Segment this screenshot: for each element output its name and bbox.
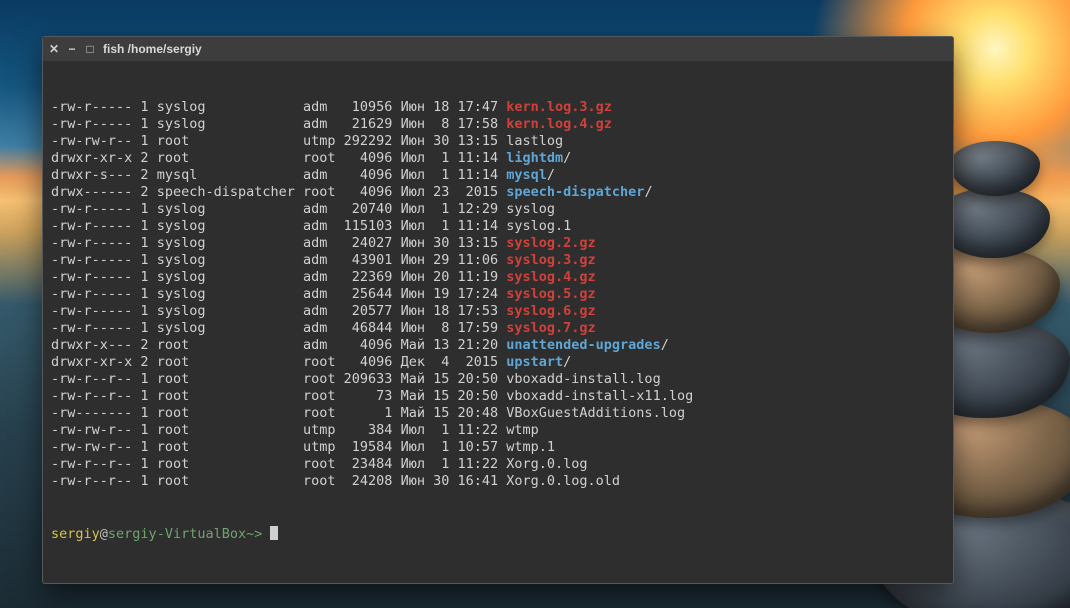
table-row: -rw-r--r-- 1 root root 24208 Июн 30 16:4… — [51, 473, 945, 490]
titlebar[interactable]: ✕ − □ fish /home/sergiy — [43, 37, 953, 61]
file-name: speech-dispatcher — [506, 184, 644, 200]
table-row: -rw-r----- 1 syslog adm 115103 Июл 1 11:… — [51, 218, 945, 235]
close-icon[interactable]: ✕ — [49, 44, 59, 54]
table-row: -rw-r----- 1 syslog adm 22369 Июн 20 11:… — [51, 269, 945, 286]
file-name: syslog.4.gz — [506, 269, 595, 285]
file-listing: -rw-r----- 1 syslog adm 10956 Июн 18 17:… — [51, 99, 945, 490]
file-name: Xorg.0.log.old — [506, 473, 620, 489]
table-row: -rw-rw-r-- 1 root utmp 19584 Июл 1 10:57… — [51, 439, 945, 456]
file-name: syslog — [506, 201, 555, 217]
prompt-arrow: ~> — [246, 526, 270, 542]
table-row: -rw-rw-r-- 1 root utmp 292292 Июн 30 13:… — [51, 133, 945, 150]
file-name: syslog.1 — [506, 218, 571, 234]
maximize-icon[interactable]: □ — [85, 44, 95, 54]
table-row: -rw------- 1 root root 1 Май 15 20:48 VB… — [51, 405, 945, 422]
shell-prompt[interactable]: sergiy@sergiy-VirtualBox~> — [51, 526, 945, 543]
table-row: -rw-r----- 1 syslog adm 21629 Июн 8 17:5… — [51, 116, 945, 133]
file-name: lightdm — [506, 150, 563, 166]
file-name: kern.log.3.gz — [506, 99, 612, 115]
table-row: -rw-r----- 1 syslog adm 25644 Июн 19 17:… — [51, 286, 945, 303]
file-name: vboxadd-install.log — [506, 371, 660, 387]
file-name: lastlog — [506, 133, 563, 149]
table-row: -rw-r----- 1 syslog adm 20740 Июл 1 12:2… — [51, 201, 945, 218]
table-row: drwxr-s--- 2 mysql adm 4096 Июл 1 11:14 … — [51, 167, 945, 184]
terminal-body[interactable]: -rw-r----- 1 syslog adm 10956 Июн 18 17:… — [43, 61, 953, 583]
table-row: drwx------ 2 speech-dispatcher root 4096… — [51, 184, 945, 201]
file-name: VBoxGuestAdditions.log — [506, 405, 685, 421]
minimize-icon[interactable]: − — [67, 44, 77, 54]
table-row: -rw-r----- 1 syslog adm 24027 Июн 30 13:… — [51, 235, 945, 252]
terminal-window[interactable]: ✕ − □ fish /home/sergiy -rw-r----- 1 sys… — [42, 36, 954, 584]
table-row: -rw-r----- 1 syslog adm 10956 Июн 18 17:… — [51, 99, 945, 116]
file-name: mysql — [506, 167, 547, 183]
file-name: Xorg.0.log — [506, 456, 587, 472]
desktop-wallpaper: ✕ − □ fish /home/sergiy -rw-r----- 1 sys… — [0, 0, 1070, 608]
table-row: -rw-r--r-- 1 root root 23484 Июл 1 11:22… — [51, 456, 945, 473]
file-name: syslog.3.gz — [506, 252, 595, 268]
table-row: drwxr-xr-x 2 root root 4096 Июл 1 11:14 … — [51, 150, 945, 167]
file-name: syslog.2.gz — [506, 235, 595, 251]
file-name: syslog.5.gz — [506, 286, 595, 302]
table-row: -rw-r--r-- 1 root root 73 Май 15 20:50 v… — [51, 388, 945, 405]
file-name: kern.log.4.gz — [506, 116, 612, 132]
file-name: syslog.6.gz — [506, 303, 595, 319]
table-row: -rw-r----- 1 syslog adm 46844 Июн 8 17:5… — [51, 320, 945, 337]
file-name: unattended-upgrades — [506, 337, 660, 353]
file-name: upstart — [506, 354, 563, 370]
prompt-host: sergiy-VirtualBox — [108, 526, 246, 542]
file-name: wtmp — [506, 422, 539, 438]
window-title: fish /home/sergiy — [103, 42, 202, 56]
cursor — [270, 526, 278, 540]
table-row: -rw-r--r-- 1 root root 209633 Май 15 20:… — [51, 371, 945, 388]
prompt-at: @ — [100, 526, 108, 542]
file-name: wtmp.1 — [506, 439, 555, 455]
table-row: -rw-r----- 1 syslog adm 43901 Июн 29 11:… — [51, 252, 945, 269]
table-row: -rw-rw-r-- 1 root utmp 384 Июл 1 11:22 w… — [51, 422, 945, 439]
file-name: vboxadd-install-x11.log — [506, 388, 693, 404]
prompt-user: sergiy — [51, 526, 100, 542]
file-name: syslog.7.gz — [506, 320, 595, 336]
table-row: drwxr-xr-x 2 root root 4096 Дек 4 2015 u… — [51, 354, 945, 371]
table-row: -rw-r----- 1 syslog adm 20577 Июн 18 17:… — [51, 303, 945, 320]
table-row: drwxr-x--- 2 root adm 4096 Май 13 21:20 … — [51, 337, 945, 354]
